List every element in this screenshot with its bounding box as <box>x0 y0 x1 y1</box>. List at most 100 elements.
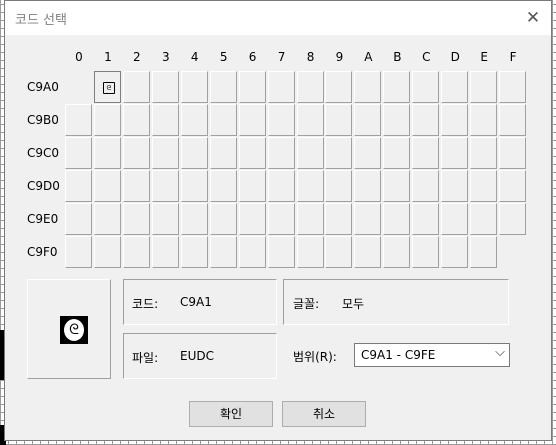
font-panel: 글꼴: 모두 <box>283 279 509 325</box>
grid-cell[interactable] <box>151 203 179 235</box>
grid-cell[interactable] <box>354 203 382 235</box>
grid-cell[interactable] <box>499 203 527 235</box>
grid-cell[interactable] <box>93 170 121 202</box>
grid-cell[interactable] <box>65 104 92 136</box>
grid-cell[interactable] <box>354 170 382 202</box>
grid-cell[interactable] <box>470 236 498 268</box>
grid-cell[interactable] <box>267 104 295 136</box>
grid-cell[interactable] <box>383 71 411 103</box>
grid-cell[interactable] <box>93 203 121 235</box>
grid-cell[interactable] <box>238 203 266 235</box>
grid-cell[interactable] <box>499 170 527 202</box>
grid-cell[interactable] <box>180 104 208 136</box>
grid-cell[interactable] <box>499 104 527 136</box>
grid-cell[interactable] <box>122 203 150 235</box>
grid-cell[interactable] <box>180 170 208 202</box>
grid-cell[interactable] <box>441 71 469 103</box>
grid-cell[interactable] <box>441 137 469 169</box>
grid-cell[interactable] <box>122 236 150 268</box>
grid-cell[interactable] <box>122 104 150 136</box>
grid-cell[interactable] <box>441 203 469 235</box>
grid-cell[interactable] <box>267 71 295 103</box>
grid-cell[interactable] <box>122 170 150 202</box>
grid-cell[interactable] <box>296 170 324 202</box>
grid-cell[interactable] <box>209 236 237 268</box>
grid-cell[interactable] <box>267 137 295 169</box>
ok-button[interactable]: 확인 <box>189 401 273 427</box>
grid-cell[interactable] <box>267 170 295 202</box>
grid-cell[interactable] <box>325 71 353 103</box>
grid-cell[interactable] <box>151 71 179 103</box>
grid-cell[interactable] <box>238 137 266 169</box>
grid-cell[interactable] <box>325 104 353 136</box>
grid-cell[interactable] <box>325 236 353 268</box>
grid-cell[interactable] <box>209 170 237 202</box>
grid-cell[interactable] <box>180 137 208 169</box>
grid-cell[interactable] <box>296 203 324 235</box>
grid-cell[interactable] <box>441 170 469 202</box>
grid-cell[interactable] <box>383 137 411 169</box>
grid-cell[interactable] <box>122 71 150 103</box>
grid-cell[interactable] <box>412 170 440 202</box>
grid-cell[interactable] <box>238 236 266 268</box>
grid-cell[interactable] <box>412 104 440 136</box>
grid-cell-selected[interactable]: ᘓ <box>93 71 121 103</box>
grid-cell[interactable] <box>470 71 498 103</box>
grid-cell[interactable] <box>209 203 237 235</box>
grid-cell[interactable] <box>383 170 411 202</box>
grid-cell[interactable] <box>383 236 411 268</box>
grid-cell[interactable] <box>325 170 353 202</box>
grid-cell[interactable] <box>499 137 527 169</box>
grid-cell[interactable] <box>383 104 411 136</box>
grid-cell[interactable] <box>65 137 92 169</box>
range-select[interactable]: C9A1 - C9FE ⌵ <box>354 343 510 367</box>
grid-cell[interactable] <box>238 170 266 202</box>
grid-cell[interactable] <box>354 71 382 103</box>
grid-cell[interactable] <box>354 104 382 136</box>
grid-cell[interactable] <box>325 203 353 235</box>
grid-cell[interactable] <box>470 170 498 202</box>
grid-cell[interactable] <box>180 71 208 103</box>
grid-cell[interactable] <box>325 137 353 169</box>
grid-cell[interactable] <box>209 137 237 169</box>
grid-cell[interactable] <box>180 203 208 235</box>
grid-cell[interactable] <box>441 104 469 136</box>
grid-cell[interactable] <box>296 137 324 169</box>
grid-cell[interactable] <box>441 236 469 268</box>
grid-cell[interactable] <box>151 137 179 169</box>
grid-cell[interactable] <box>209 71 237 103</box>
grid-cell[interactable] <box>151 236 179 268</box>
grid-cell[interactable] <box>470 104 498 136</box>
dialog-title: 코드 선택 <box>15 13 67 28</box>
grid-cell[interactable] <box>267 236 295 268</box>
cancel-button[interactable]: 취소 <box>282 401 366 427</box>
grid-cell[interactable] <box>122 137 150 169</box>
grid-cell[interactable] <box>267 203 295 235</box>
grid-cell[interactable] <box>93 137 121 169</box>
grid-cell[interactable] <box>499 71 527 103</box>
grid-cell[interactable] <box>93 104 121 136</box>
grid-cell[interactable] <box>93 236 121 268</box>
grid-cell[interactable] <box>238 71 266 103</box>
grid-cell[interactable] <box>65 170 92 202</box>
grid-cell[interactable] <box>151 170 179 202</box>
grid-cell[interactable] <box>296 71 324 103</box>
grid-cell[interactable] <box>209 104 237 136</box>
grid-cell[interactable] <box>412 236 440 268</box>
grid-cell[interactable] <box>296 104 324 136</box>
grid-cell[interactable] <box>412 203 440 235</box>
grid-cell[interactable] <box>151 104 179 136</box>
grid-cell[interactable] <box>383 203 411 235</box>
grid-cell[interactable] <box>412 71 440 103</box>
grid-cell[interactable] <box>296 236 324 268</box>
grid-cell[interactable] <box>238 104 266 136</box>
grid-cell[interactable] <box>354 137 382 169</box>
grid-cell[interactable] <box>412 137 440 169</box>
grid-cell[interactable] <box>65 203 92 235</box>
grid-cell[interactable] <box>65 236 92 268</box>
grid-cell[interactable] <box>354 236 382 268</box>
grid-cell[interactable] <box>180 236 208 268</box>
grid-cell[interactable] <box>470 203 498 235</box>
grid-cell[interactable] <box>470 137 498 169</box>
close-icon[interactable]: ✕ <box>523 9 543 27</box>
